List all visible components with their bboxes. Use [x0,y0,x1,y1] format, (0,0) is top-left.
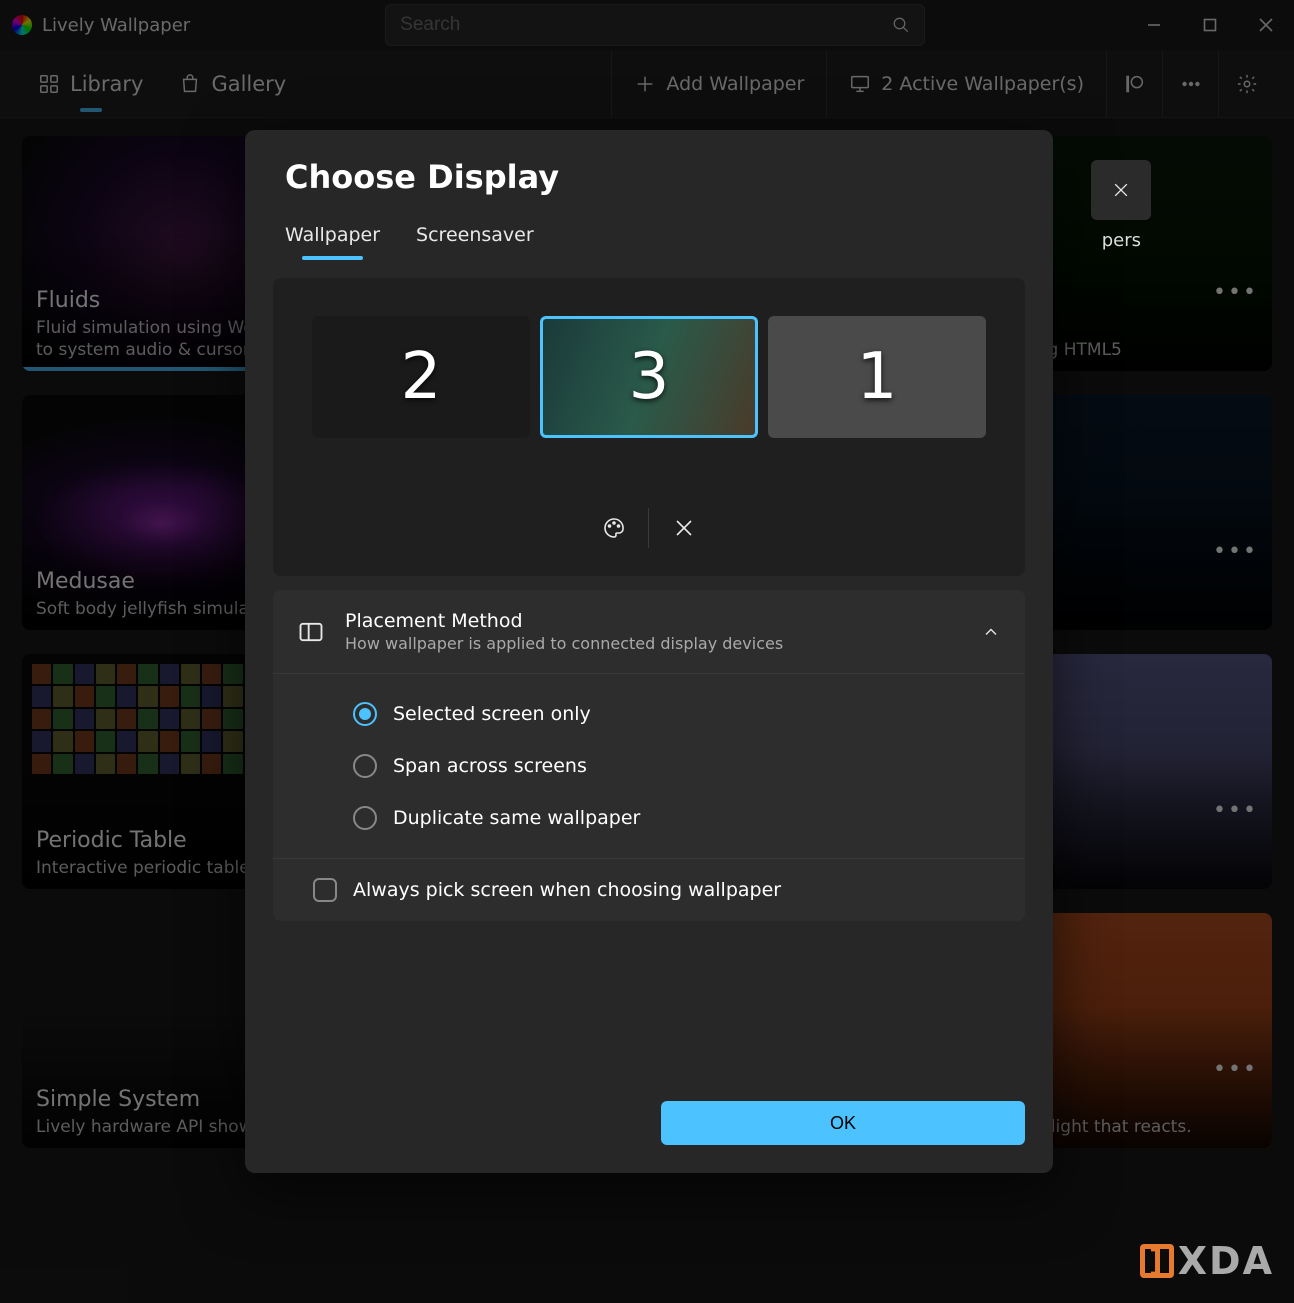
checkbox-always-pick[interactable]: Always pick screen when choosing wallpap… [273,858,1025,921]
xda-watermark: ] XDA [1140,1239,1274,1283]
display-2[interactable]: 2 [312,316,530,438]
display-3-selected[interactable]: 3 [540,316,758,438]
display-1[interactable]: 1 [768,316,986,438]
flyout-close-button[interactable] [1091,160,1151,220]
radio-icon [353,754,377,778]
placement-section: Placement Method How wallpaper is applie… [273,590,1025,921]
xda-logo-icon: ] [1140,1244,1174,1278]
placement-header[interactable]: Placement Method How wallpaper is applie… [273,590,1025,673]
radio-label: Duplicate same wallpaper [393,807,640,829]
radio-label: Selected screen only [393,703,591,725]
close-icon [672,516,696,540]
checkbox-icon [313,878,337,902]
placement-subtitle: How wallpaper is applied to connected di… [345,634,961,653]
tab-screensaver[interactable]: Screensaver [416,224,534,260]
customize-display-button[interactable] [579,508,649,548]
chevron-up-icon [981,622,1001,642]
radio-selected-only[interactable]: Selected screen only [353,688,1001,740]
checkbox-label: Always pick screen when choosing wallpap… [353,879,781,901]
tab-wallpaper[interactable]: Wallpaper [285,224,380,260]
remove-display-button[interactable] [649,508,719,548]
modal-tabs: Wallpaper Screensaver [245,206,1053,260]
choose-display-modal: Choose Display Wallpaper Screensaver 2 3… [245,130,1053,1173]
ok-button[interactable]: OK [661,1101,1025,1145]
modal-title: Choose Display [285,158,1013,196]
palette-icon [602,516,626,540]
radio-label: Span across screens [393,755,587,777]
display-selector-panel: 2 3 1 [273,278,1025,576]
radio-icon [353,702,377,726]
radio-span[interactable]: Span across screens [353,740,1001,792]
layout-icon [297,618,325,646]
watermark-text: XDA [1178,1239,1274,1283]
radio-duplicate[interactable]: Duplicate same wallpaper [353,792,1001,844]
close-icon [1111,180,1131,200]
radio-icon [353,806,377,830]
flyout-partial-text: pers [1102,230,1141,251]
placement-title: Placement Method [345,610,961,632]
